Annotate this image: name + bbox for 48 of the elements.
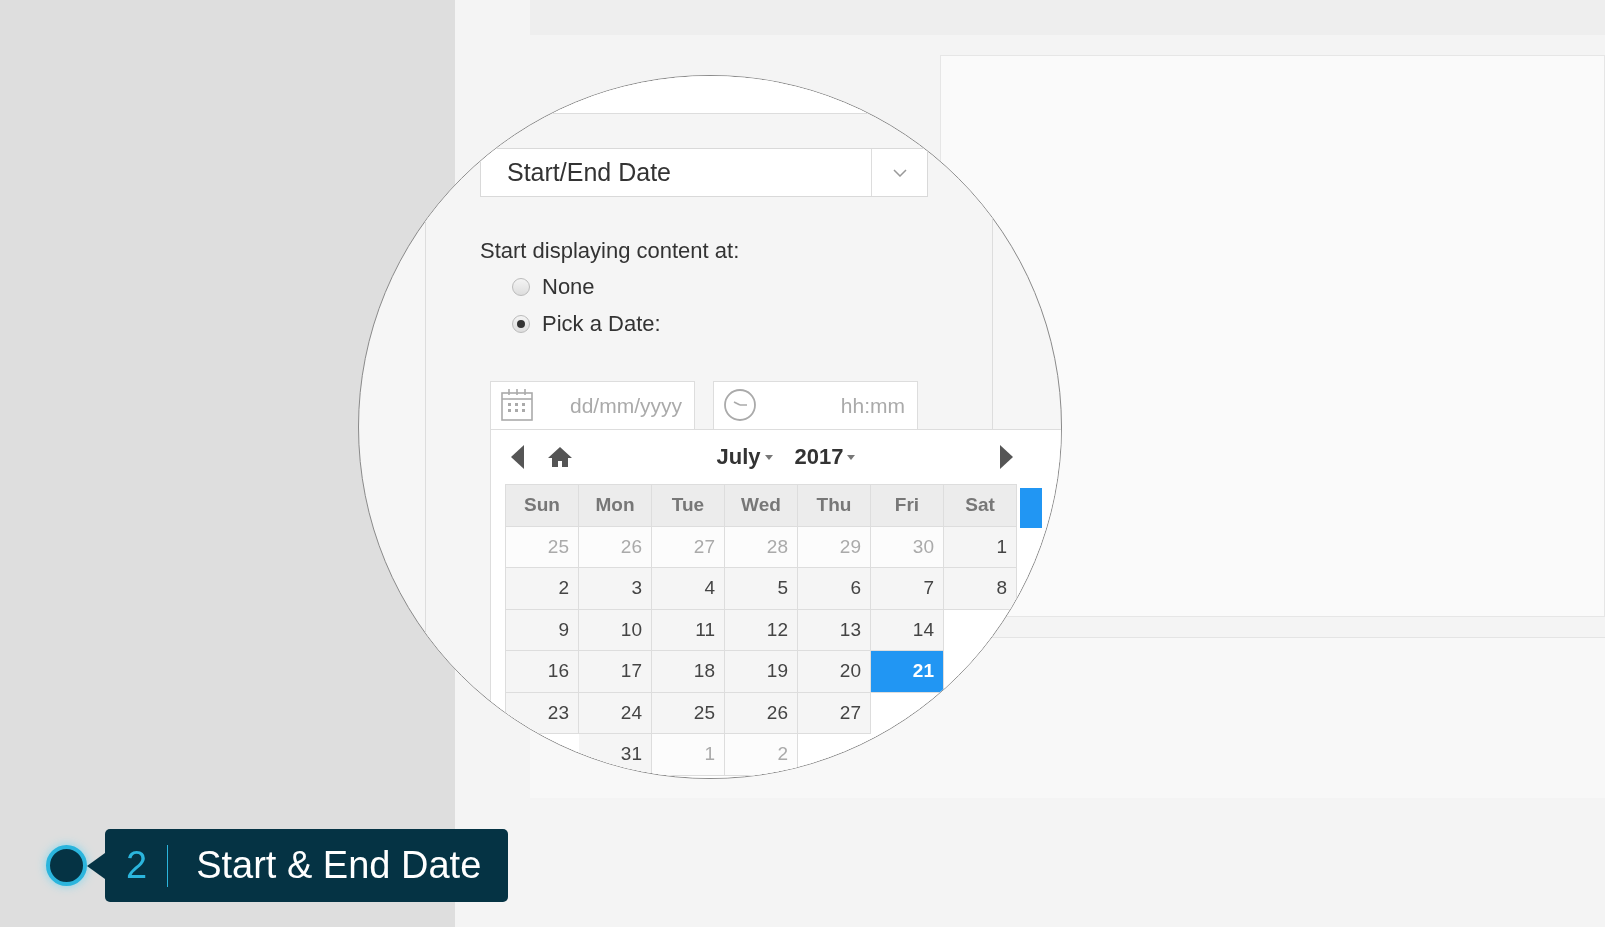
day-cell[interactable]: 3 xyxy=(579,568,652,610)
day-cell[interactable]: 4 xyxy=(652,568,725,610)
day-cell[interactable]: 23 xyxy=(506,692,579,734)
month-dropdown[interactable]: July xyxy=(716,444,761,470)
next-icon[interactable] xyxy=(999,445,1013,469)
step-number: 2 xyxy=(126,844,148,887)
weekday-header: Thu xyxy=(798,485,871,527)
select-field[interactable]: Start/End Date xyxy=(480,148,928,197)
day-cell[interactable]: 17 xyxy=(579,651,652,693)
radio-label: None xyxy=(542,274,595,300)
day-cell[interactable]: 20 xyxy=(798,651,871,693)
chevron-icon xyxy=(892,168,907,177)
day-cell[interactable]: 25 xyxy=(652,692,725,734)
day-cell[interactable]: 8 xyxy=(944,568,1017,610)
day-cell[interactable]: 14 xyxy=(871,609,944,651)
day-cell[interactable]: 5 xyxy=(725,568,798,610)
day-cell[interactable]: 18 xyxy=(652,651,725,693)
time-field[interactable]: hh:mm xyxy=(713,381,918,429)
time-list-highlight xyxy=(1020,488,1042,528)
day-cell[interactable]: 19 xyxy=(725,651,798,693)
caret-icon xyxy=(764,454,773,460)
day-cell[interactable]: 11 xyxy=(652,609,725,651)
step-title: Start & End Date xyxy=(196,844,482,887)
day-cell[interactable]: 9 xyxy=(506,609,579,651)
day-cell[interactable]: 7 xyxy=(871,568,944,610)
weekday-header: Fri xyxy=(871,485,944,527)
field-label: Start displaying content at: xyxy=(480,238,741,264)
day-cell[interactable]: 24 xyxy=(579,692,652,734)
caret-icon xyxy=(847,454,856,460)
weekday-header: Sat xyxy=(944,485,1017,527)
previous-icon[interactable] xyxy=(511,445,525,469)
year-dropdown[interactable]: 2017 xyxy=(794,444,844,470)
radio-label: Pick a Date: xyxy=(542,311,661,337)
weekday-header: Wed xyxy=(725,485,798,527)
day-cell[interactable]: 26 xyxy=(725,692,798,734)
day-cell[interactable]: 1 xyxy=(944,526,1017,568)
day-cell[interactable]: 6 xyxy=(798,568,871,610)
weekday-header: Mon xyxy=(579,485,652,527)
date-field[interactable]: dd/mm/yyyy xyxy=(490,381,695,429)
day-cell[interactable]: 2 xyxy=(506,568,579,610)
home-icon[interactable] xyxy=(547,446,573,468)
weekday-header: Tue xyxy=(652,485,725,527)
day-cell[interactable]: 13 xyxy=(798,609,871,651)
day-cell[interactable]: 27 xyxy=(798,692,871,734)
day-cell[interactable]: 10 xyxy=(579,609,652,651)
day-cell[interactable]: 12 xyxy=(725,609,798,651)
day-cell[interactable]: 16 xyxy=(506,651,579,693)
weekday-header: Sun xyxy=(506,485,579,527)
